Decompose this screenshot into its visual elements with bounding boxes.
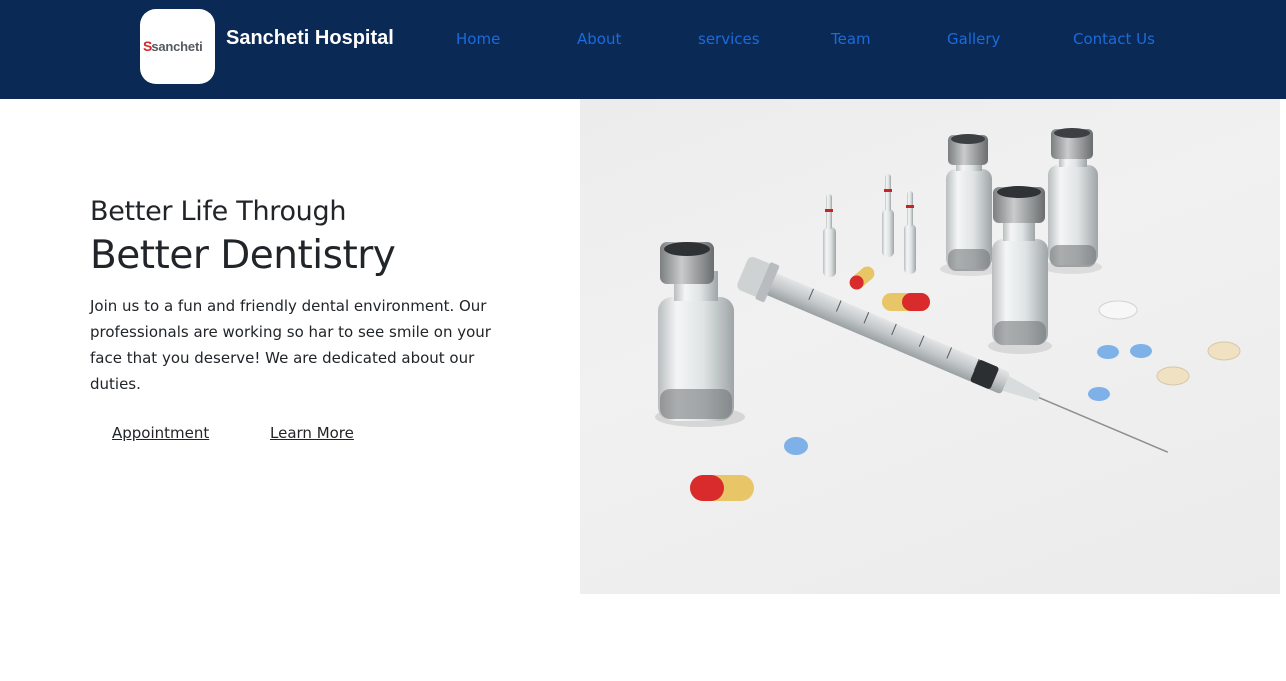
ampoule-2 <box>882 174 894 257</box>
nav-team[interactable]: Team <box>831 30 871 48</box>
capsule-1 <box>849 266 875 290</box>
nav-menu: Home About services Team Gallery Contact… <box>0 30 1286 52</box>
vial-back-right <box>1048 128 1098 267</box>
capsule-2 <box>882 293 930 311</box>
syringe-vials-pills-icon <box>655 128 1241 501</box>
appointment-link[interactable]: Appointment <box>112 424 209 442</box>
hero-title: Better Dentistry <box>90 233 396 278</box>
hero-heading-group: Better Life Through Better Dentistry <box>90 196 530 278</box>
hero-image <box>580 99 1280 594</box>
nav-home[interactable]: Home <box>456 30 500 48</box>
ampoule-3 <box>904 191 916 274</box>
capsule-3 <box>690 475 754 501</box>
navbar: S sancheti Sancheti Hospital Home About … <box>0 0 1286 99</box>
vial-middle <box>992 186 1048 345</box>
ampoule-1 <box>823 194 836 277</box>
vial-front-left <box>658 242 734 421</box>
nav-contact-us[interactable]: Contact Us <box>1073 30 1155 48</box>
nav-services[interactable]: services <box>698 30 760 48</box>
hero-subtitle: Better Life Through <box>90 196 347 227</box>
nav-about[interactable]: About <box>577 30 621 48</box>
hero-description: Join us to a fun and friendly dental env… <box>90 297 491 393</box>
learn-more-link[interactable]: Learn More <box>270 424 354 442</box>
nav-gallery[interactable]: Gallery <box>947 30 1000 48</box>
vial-back-left <box>946 134 992 271</box>
